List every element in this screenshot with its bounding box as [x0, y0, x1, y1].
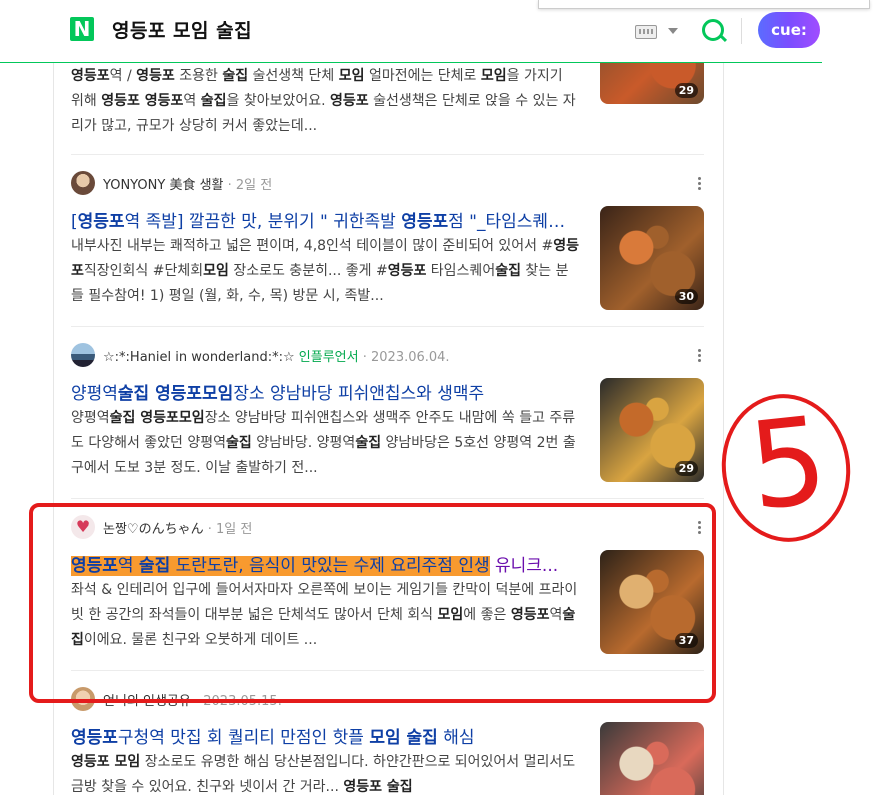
image-count-badge: 29 — [674, 83, 698, 98]
post-date: 1일 전 — [215, 522, 253, 537]
post-title[interactable]: [영등포역 족발] 깔끔한 맛, 분위기 " 귀한족발 영등포점 "_타임스퀘어… — [71, 207, 579, 232]
post-snippet: 양평역술집 영등포모임장소 양남바당 피쉬앤칩스와 생맥주 안주도 내맘에 쏙 … — [71, 410, 576, 476]
naver-logo[interactable]: N — [70, 17, 94, 41]
author-avatar[interactable] — [71, 343, 95, 367]
author-profile[interactable]: 언니의 인생공유 · 2023.05.15. — [71, 687, 631, 711]
more-options-icon[interactable] — [698, 177, 701, 190]
image-count-badge: 37 — [674, 633, 698, 648]
author-profile[interactable]: ♥ 논짱♡のんちゃん · 1일 전 — [71, 515, 631, 539]
post-thumbnail[interactable] — [600, 722, 704, 795]
author-profile[interactable]: YONYONY 美食 생활 · 2일 전 — [71, 171, 631, 195]
author-avatar[interactable] — [71, 687, 95, 711]
post-thumbnail[interactable]: 37 — [600, 550, 704, 654]
cue-button[interactable]: cue: — [758, 12, 820, 48]
post-snippet: 좌석 & 인테리어 입구에 들어서자마자 오른쪽에 보이는 게임기들 칸막이 덕… — [71, 582, 578, 648]
author-line[interactable]: ☆:*:Haniel in wonderland:*:☆ 인플루언서 · 202… — [103, 346, 450, 365]
post-snippet: 영등포 모임 장소로도 유명한 해심 당산본점입니다. 하얀간판으로 되어있어서… — [71, 754, 576, 795]
chevron-down-icon[interactable] — [668, 28, 678, 34]
image-count-badge: 29 — [674, 461, 698, 476]
post-snippet: 내부사진 내부는 쾌적하고 넓은 편이며, 4,8인석 테이블이 많이 준비되어… — [71, 238, 579, 304]
dropdown-edge — [538, 0, 870, 9]
author-name[interactable]: 논짱♡のんちゃん — [103, 522, 204, 537]
author-line[interactable]: YONYONY 美食 생활 · 2일 전 — [103, 174, 272, 193]
post-date: 2023.06.04. — [371, 350, 450, 365]
post-title[interactable]: 영등포역 술집 도란도란, 음식이 맛있는 수제 요리주점 인생 유니크... — [71, 551, 579, 576]
post-title[interactable]: 양평역술집 영등포모임장소 양남바당 피쉬앤칩스와 생맥주 — [71, 379, 579, 404]
author-name[interactable]: YONYONY 美食 생활 — [103, 178, 224, 193]
results-list: 영등포역 / 영등포 조용한 술집 술선생책 단체 모임 얼마전에는 단체로 모… — [53, 62, 724, 795]
highlighted-title-text[interactable]: 영등포역 술집 도란도란, 음식이 맛있는 수제 요리주점 인생 — [71, 556, 490, 576]
post-title[interactable]: 영등포구청역 맛집 회 퀄리티 만점인 핫플 모임 술집 해심 — [71, 723, 579, 748]
item-divider — [71, 326, 704, 327]
more-options-icon[interactable] — [698, 349, 701, 362]
post-thumbnail[interactable]: 29 — [600, 378, 704, 482]
search-icon[interactable] — [702, 19, 724, 41]
post-date: 2일 전 — [235, 178, 273, 193]
author-name[interactable]: 언니의 인생공유 — [103, 694, 191, 709]
image-count-badge: 30 — [674, 289, 698, 304]
search-query-text[interactable]: 영등포 모임 술집 — [112, 16, 252, 43]
influencer-badge[interactable]: 인플루언서 — [299, 350, 359, 365]
post-snippet: 영등포역 / 영등포 조용한 술집 술선생책 단체 모임 얼마전에는 단체로 모… — [71, 68, 576, 134]
item-divider — [71, 498, 704, 499]
post-thumbnail[interactable]: 29 — [600, 62, 704, 104]
post-thumbnail[interactable]: 30 — [600, 206, 704, 310]
author-line[interactable]: 언니의 인생공유 · 2023.05.15. — [103, 690, 282, 709]
more-options-icon[interactable] — [698, 521, 701, 534]
author-profile[interactable]: ☆:*:Haniel in wonderland:*:☆ 인플루언서 · 202… — [71, 343, 631, 367]
author-avatar[interactable] — [71, 171, 95, 195]
title-continuation[interactable]: 유니크... — [490, 556, 558, 576]
item-divider — [71, 670, 704, 671]
author-avatar[interactable]: ♥ — [71, 515, 95, 539]
keyboard-icon[interactable] — [635, 25, 657, 39]
author-name[interactable]: ☆:*:Haniel in wonderland:*:☆ — [103, 350, 295, 365]
search-header: N 영등포 모임 술집 cue: — [0, 0, 822, 63]
item-divider — [71, 154, 704, 155]
post-date: 2023.05.15. — [203, 694, 282, 709]
header-divider — [741, 18, 742, 44]
author-line[interactable]: 논짱♡のんちゃん · 1일 전 — [103, 518, 252, 537]
annotation-number: 5 — [742, 391, 834, 538]
